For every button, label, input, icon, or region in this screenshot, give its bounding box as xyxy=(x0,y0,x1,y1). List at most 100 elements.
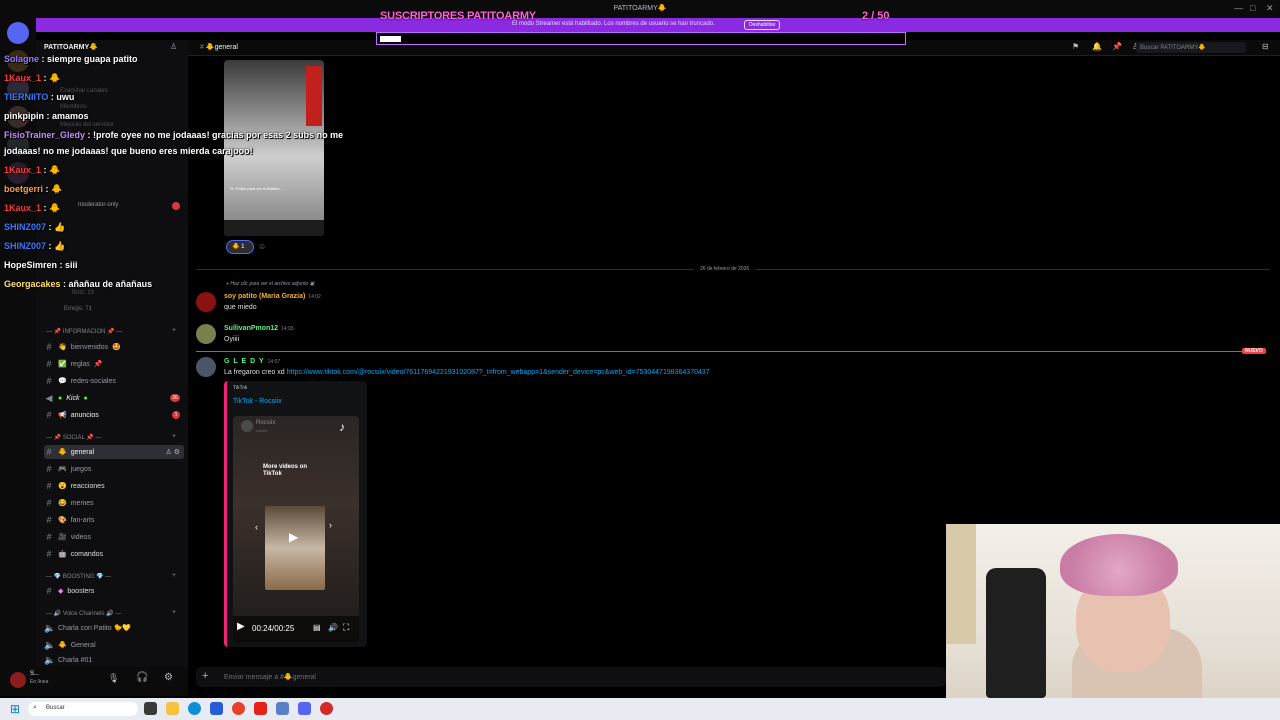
bell-icon[interactable]: 🔔 xyxy=(1092,42,1102,51)
home-icon[interactable] xyxy=(7,22,29,44)
chevron-left-icon[interactable]: ‹ xyxy=(255,522,258,532)
avatar xyxy=(241,420,253,432)
channel-general[interactable]: # 🐥 general ♙ ⚙ xyxy=(44,445,184,459)
channel-kick[interactable]: ◀ ● Kick ● xyxy=(44,391,184,405)
chat-line: 1Kaux_1 : 🐥 xyxy=(4,73,61,83)
category-social[interactable]: — 📌 SOCIAL 📌 — xyxy=(46,434,101,441)
avatar[interactable] xyxy=(196,324,216,344)
volume-icon[interactable]: 🔊 xyxy=(328,623,338,632)
channel-reglas[interactable]: # ✅ reglas 📌 xyxy=(44,357,184,371)
attach-plus-icon[interactable]: + xyxy=(202,670,208,682)
message-author[interactable]: SullivanPmon12 14:03 xyxy=(224,325,294,332)
youtube-icon[interactable] xyxy=(254,702,267,715)
add-channel-icon[interactable]: + xyxy=(172,433,176,440)
new-label: NUEVO xyxy=(1242,348,1266,354)
add-reaction-icon[interactable]: ☺ xyxy=(258,242,266,251)
hash-icon: # xyxy=(46,342,52,352)
channel-videos[interactable]: # 🎥 videos xyxy=(44,530,184,544)
add-channel-icon[interactable]: + xyxy=(172,609,176,616)
add-channel-icon[interactable]: + xyxy=(172,572,176,579)
add-member-icon[interactable]: ♙ xyxy=(170,42,177,51)
threads-icon[interactable]: ⚑ xyxy=(1072,42,1079,51)
server-name[interactable]: PATITOARMY🐥 xyxy=(44,43,98,51)
video-time: 00:24/00:25 xyxy=(252,624,295,633)
category-informacion[interactable]: — 📌 INFORMACION 📌 — xyxy=(46,328,122,335)
chat-line: FisioTrainer_Gledy : !profe oyee no me j… xyxy=(4,130,344,140)
hash-icon: # xyxy=(46,481,52,491)
play-icon[interactable]: ▶ xyxy=(237,621,245,632)
avatar[interactable] xyxy=(10,672,26,688)
app-icon[interactable] xyxy=(276,702,289,715)
windows-start-icon[interactable]: ⊞ xyxy=(10,702,20,716)
chat-user: TIERNIITO xyxy=(4,92,49,102)
microphone-icon[interactable]: 🎙 xyxy=(108,673,119,684)
reaction-button[interactable]: 🐥 1 xyxy=(226,240,254,254)
avatar[interactable] xyxy=(196,292,216,312)
subs-goal-banner: SUSCRIPTORES PATITOARMY 2 / 50 El modo S… xyxy=(36,10,1280,32)
channel-bienvenidos[interactable]: # 👋 bienvenidos 🤩 xyxy=(44,340,184,354)
avatar[interactable] xyxy=(196,357,216,377)
chevron-right-icon[interactable]: › xyxy=(329,520,332,530)
edge-icon[interactable] xyxy=(188,702,201,715)
channel-anuncios[interactable]: # 📢 anuncios xyxy=(44,408,184,422)
video-player[interactable]: Rocsiix rocsiix ♪ More videos on TikTok … xyxy=(233,416,359,642)
chat-line: pinkpipin : amamos xyxy=(4,111,89,121)
message-composer[interactable]: + Enviar mensaje a #🐥general xyxy=(196,667,946,687)
channel-reacciones[interactable]: # 😮 reacciones xyxy=(44,479,184,493)
channel-memes[interactable]: # 😂 memes xyxy=(44,496,184,510)
chat-line: Georgacakes : añañau de añañaus xyxy=(4,279,153,289)
channel-settings-icon[interactable]: ♙ ⚙ xyxy=(166,448,185,456)
disable-streamer-button[interactable]: Deshabilitar xyxy=(744,20,781,30)
voice-channel-charla-patito[interactable]: 🔈 Charla con Patito 🐤💛 xyxy=(44,621,184,635)
maximize-button[interactable]: □ xyxy=(1250,3,1255,13)
chat-line: HopeSimren : siii xyxy=(4,260,78,270)
chat-line: jodaaas! no me jodaaas! que bueno eres m… xyxy=(4,146,253,156)
hash-icon: # xyxy=(46,498,52,508)
hash-icon: # xyxy=(46,515,52,525)
voice-channel-general[interactable]: 🔈 🐥 General xyxy=(44,638,184,652)
captions-icon[interactable]: ▤ xyxy=(313,623,321,632)
channel-redes-sociales[interactable]: # 💬 redes-sociales xyxy=(44,374,184,388)
composer-input[interactable]: Enviar mensaje a #🐥general xyxy=(224,673,316,681)
voice-channel-charla-01[interactable]: 🔈 Charla #01 xyxy=(44,655,184,665)
embed-title[interactable]: TikTok - Rocsiix xyxy=(233,398,282,405)
hash-icon: # xyxy=(200,44,204,51)
channel-comandos[interactable]: # 🤖 comandos xyxy=(44,547,184,561)
reply-hint[interactable]: ● Haz clic para ver el archivo adjunto ▣ xyxy=(226,281,314,287)
add-channel-icon[interactable]: + xyxy=(172,327,176,334)
message-author[interactable]: G L E D Y 14:07 xyxy=(224,358,280,365)
category-boosting[interactable]: — 💎 BOOSTING 💎 — xyxy=(46,573,111,580)
chrome-icon[interactable] xyxy=(232,702,245,715)
video-handle: rocsiix xyxy=(256,428,268,433)
headphones-icon[interactable]: 🎧 xyxy=(136,672,148,683)
channel-fan-arts[interactable]: # 🎨 fan-arts xyxy=(44,513,184,527)
chat-message: 🐥 xyxy=(51,184,63,194)
minimize-button[interactable]: — xyxy=(1234,3,1243,13)
search-input[interactable]: Buscar PATITOARMY🐥 xyxy=(1136,42,1246,53)
settings-gear-icon[interactable]: ⚙ xyxy=(164,672,173,683)
message-text: La fregaron creo xd https://www.tiktok.c… xyxy=(224,369,710,376)
category-voice[interactable]: — 🔊 Voice Channels 🔊 — xyxy=(46,610,121,617)
user-status: En línea xyxy=(30,679,49,685)
fullscreen-icon[interactable]: ⛶ xyxy=(343,622,349,633)
inbox-icon[interactable]: ⊟ xyxy=(1262,42,1269,51)
chat-user: 1Kaux_1 xyxy=(4,165,42,175)
obs-icon[interactable] xyxy=(320,702,333,715)
file-explorer-icon[interactable] xyxy=(166,702,179,715)
hash-icon: # xyxy=(46,586,52,596)
embed-provider: TikTok xyxy=(233,385,248,391)
pin-icon[interactable]: 📌 xyxy=(1112,42,1122,51)
message-author[interactable]: soy patito (Maria Grazia) 14:02 xyxy=(224,293,321,300)
channel-juegos[interactable]: # 🎮 juegos xyxy=(44,462,184,476)
play-overlay-icon[interactable]: ▶ xyxy=(289,530,298,544)
faded-channel[interactable]: moderator-only xyxy=(78,202,118,208)
more-videos-label[interactable]: More videos on TikTok xyxy=(263,464,319,478)
taskbar-search[interactable]: Buscar xyxy=(28,702,138,716)
image-detail xyxy=(224,220,324,236)
tiktok-link[interactable]: https://www.tiktok.com/@rocsiix/video/76… xyxy=(287,369,710,376)
store-icon[interactable] xyxy=(210,702,223,715)
close-button[interactable]: ✕ xyxy=(1266,3,1274,14)
channel-boosters[interactable]: # ◆ boosters xyxy=(44,584,184,598)
discord-icon[interactable] xyxy=(298,702,311,715)
task-view-icon[interactable] xyxy=(144,702,157,715)
